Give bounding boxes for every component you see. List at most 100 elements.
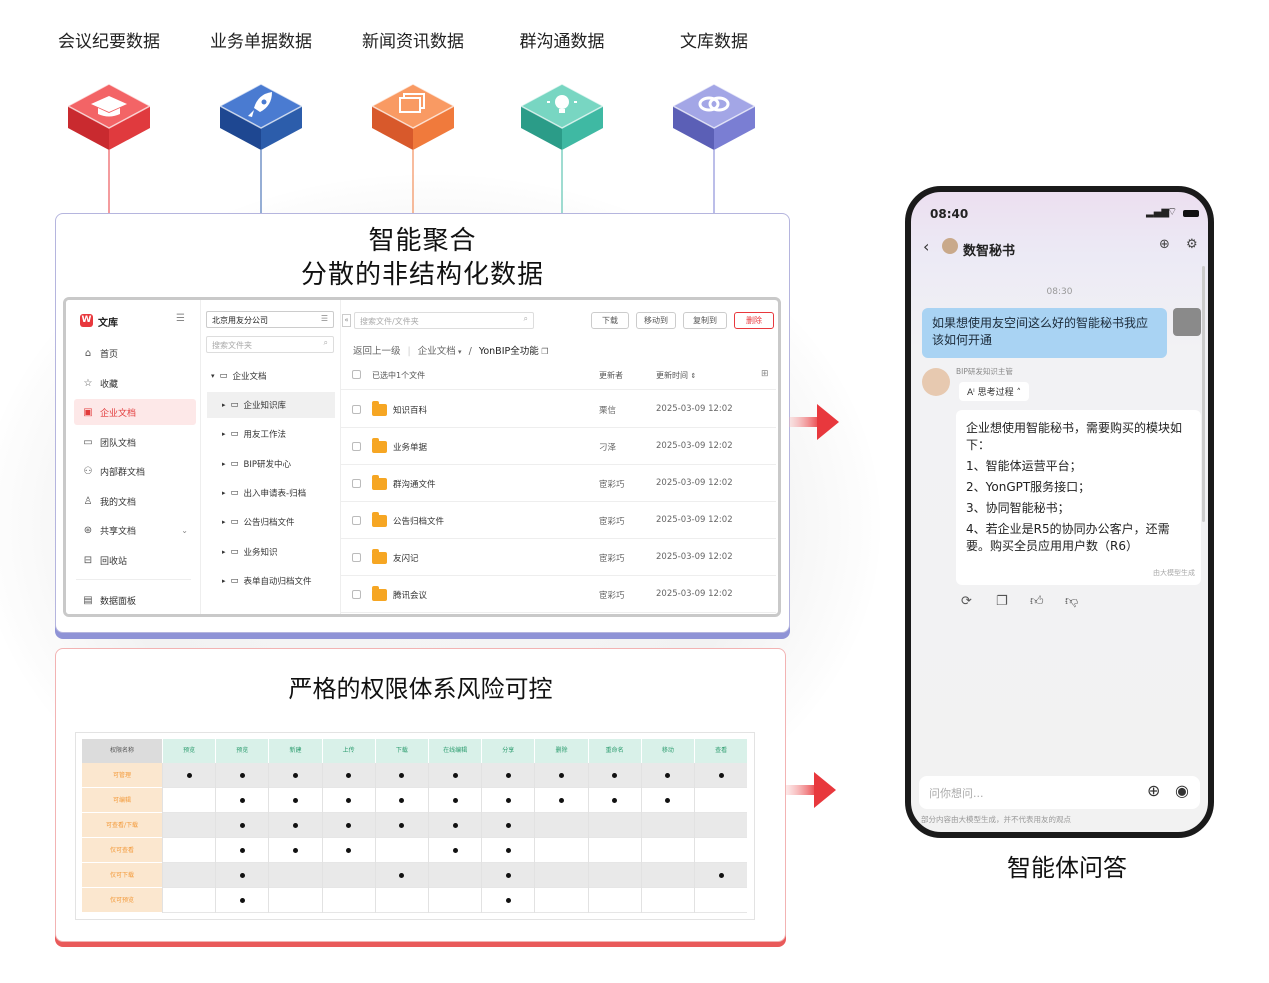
breadcrumb-parent[interactable]: 企业文档: [418, 346, 456, 357]
permission-cell: [481, 788, 534, 813]
permission-cell: [321, 763, 375, 788]
folder-tree: 北京用友分公司 ☰ 搜索文件夹 ⌕ ▾ ▭ 企业文档 ▸ ▭ 企业知识库 ▸ ▭ 用友工作法 ▸…: [201, 300, 341, 614]
permission-cell: [640, 763, 694, 788]
sidebar-item-home[interactable]: ⌂ 首页: [74, 340, 196, 366]
permission-cell: [640, 788, 694, 813]
sidebar-item-dashboard[interactable]: ▤ 数据面板: [74, 587, 196, 613]
permission-granted-dot: [612, 798, 618, 803]
disclaimer: 部分内容由大模型生成，并不代表用友的观点: [921, 815, 1071, 824]
permission-cell: [374, 788, 428, 813]
folder-outline-icon: ▭: [230, 459, 239, 469]
sidebar-item-shared-docs[interactable]: ⊛ 共享文档 ⌄: [74, 517, 196, 543]
folder-search-input[interactable]: 搜索文件夹 ⌕: [206, 336, 334, 353]
table-row[interactable]: 友闪记 宦彩巧 2025-03-09 12:02: [341, 540, 776, 576]
folder-outline-icon: ▭: [230, 576, 239, 586]
permission-granted-dot: [399, 773, 405, 778]
tree-item[interactable]: ▸ ▭ 用友工作法: [207, 421, 335, 447]
table-row[interactable]: 公告归档文件 宦彩巧 2025-03-09 12:02: [341, 503, 776, 539]
copy-icon[interactable]: ❐: [996, 594, 1008, 609]
row-checkbox[interactable]: [352, 479, 361, 488]
download-button[interactable]: 下载: [591, 312, 629, 329]
copy-to-button[interactable]: 复制到: [683, 312, 727, 329]
permission-column-header: 移动: [640, 739, 694, 763]
folder-outline-icon: ▭: [230, 517, 239, 527]
tree-item[interactable]: ▸ ▭ 业务知识: [207, 539, 335, 565]
permission-granted-dot: [292, 823, 298, 828]
plus-icon[interactable]: ⊕: [1147, 781, 1160, 800]
scrollbar[interactable]: [1202, 266, 1205, 522]
chat-input[interactable]: 问你想问... ⊕ ◉: [919, 776, 1200, 809]
collapse-icon[interactable]: ☰: [176, 313, 185, 324]
permission-cell: [694, 888, 747, 913]
tree-item[interactable]: ▸ ▭ 出入申请表-归档: [207, 480, 335, 506]
permission-granted-dot: [505, 773, 511, 778]
permission-cell: [481, 838, 534, 863]
thumbs-up-icon[interactable]: 👍︎: [1030, 594, 1044, 609]
row-checkbox[interactable]: [352, 516, 361, 525]
chevron-right-icon: ▸: [222, 577, 226, 585]
permission-cell: [162, 863, 215, 888]
permission-granted-dot: [505, 873, 511, 878]
star-icon: ☆: [83, 377, 93, 389]
sidebar-item-group-docs[interactable]: ⚇ 内部群文档: [74, 458, 196, 484]
wifi-icon: ⌔: [1167, 205, 1178, 218]
settings-icon[interactable]: ⚙: [1186, 237, 1198, 252]
row-checkbox[interactable]: [352, 590, 361, 599]
permission-granted-dot: [452, 773, 458, 778]
collapse-left-icon[interactable]: «: [342, 314, 351, 327]
permission-cell: [321, 838, 375, 863]
voice-icon[interactable]: ◉: [1175, 781, 1189, 800]
row-checkbox[interactable]: [352, 442, 361, 451]
sidebar-item-trash[interactable]: ⊟ 回收站: [74, 547, 196, 573]
permission-cell: [587, 888, 641, 913]
move-to-button[interactable]: 移动到: [636, 312, 676, 329]
tree-item[interactable]: ▸ ▭ 企业知识库: [207, 392, 335, 418]
permission-cell: [428, 863, 481, 888]
permission-cell: [215, 813, 268, 838]
tree-item[interactable]: ▸ ▭ 公告归档文件: [207, 509, 335, 535]
permission-granted-dot: [239, 798, 245, 803]
battery-icon: [1183, 210, 1199, 217]
tree-item[interactable]: ▸ ▭ 表单自动归档文件: [207, 568, 335, 594]
permission-granted-dot: [346, 773, 352, 778]
row-checkbox[interactable]: [352, 553, 361, 562]
sidebar-item-my-docs[interactable]: ♙ 我的文档: [74, 488, 196, 514]
back-icon[interactable]: ‹: [923, 237, 929, 256]
permission-cell: [428, 788, 481, 813]
grid-view-icon[interactable]: ⊞: [761, 369, 769, 379]
table-row[interactable]: 知识百科 栗信 2025-03-09 12:02: [341, 392, 776, 428]
thumbs-down-icon[interactable]: 👎︎: [1065, 594, 1078, 609]
regenerate-icon[interactable]: ⟳: [961, 594, 972, 609]
file-search-input[interactable]: 搜索文件/文件夹 ⌕: [354, 312, 534, 329]
permission-cell: [481, 813, 534, 838]
breadcrumb-back[interactable]: 返回上一级: [353, 346, 401, 357]
permission-cell: [374, 838, 428, 863]
select-all-checkbox[interactable]: [352, 370, 361, 379]
sidebar-item-team-docs[interactable]: ▭ 团队文档: [74, 429, 196, 455]
tree-item[interactable]: ▾ ▭ 企业文档: [207, 363, 335, 389]
tree-item[interactable]: ▸ ▭ BIP研发中心: [207, 451, 335, 477]
permission-cell: [587, 838, 641, 863]
permission-granted-dot: [186, 773, 192, 778]
table-row[interactable]: 腾讯会议 宦彩巧 2025-03-09 12:02: [341, 577, 776, 613]
sidebar-divider: [76, 579, 191, 580]
search-icon: ⌕: [523, 314, 528, 323]
source-label-business: 业务单据数据: [210, 32, 312, 52]
row-checkbox[interactable]: [352, 405, 361, 414]
table-row[interactable]: 业务单据 刁泽 2025-03-09 12:02: [341, 429, 776, 465]
org-selector[interactable]: 北京用友分公司 ☰: [206, 311, 334, 328]
sidebar-item-favorites[interactable]: ☆ 收藏: [74, 370, 196, 396]
thinking-toggle[interactable]: Aⁱ 思考过程 ˄: [959, 382, 1030, 401]
table-row[interactable]: 群沟通文件 宦彩巧 2025-03-09 12:02: [341, 466, 776, 502]
copy-icon[interactable]: ❐: [539, 347, 548, 356]
delete-button[interactable]: 删除: [734, 312, 774, 329]
sidebar-item-enterprise-docs[interactable]: ▣ 企业文档: [74, 399, 196, 425]
permission-granted-dot: [452, 823, 458, 828]
new-chat-icon[interactable]: ⊕: [1159, 237, 1170, 252]
permission-granted-dot: [399, 873, 405, 878]
sort-updated-header[interactable]: 更新时间 ⇕: [656, 370, 696, 381]
chevron-down-icon: ▾: [211, 372, 215, 380]
panel1-title-line2: 分散的非结构化数据: [300, 260, 544, 290]
permission-cell: [162, 838, 215, 863]
chevron-right-icon: ▸: [222, 460, 226, 468]
